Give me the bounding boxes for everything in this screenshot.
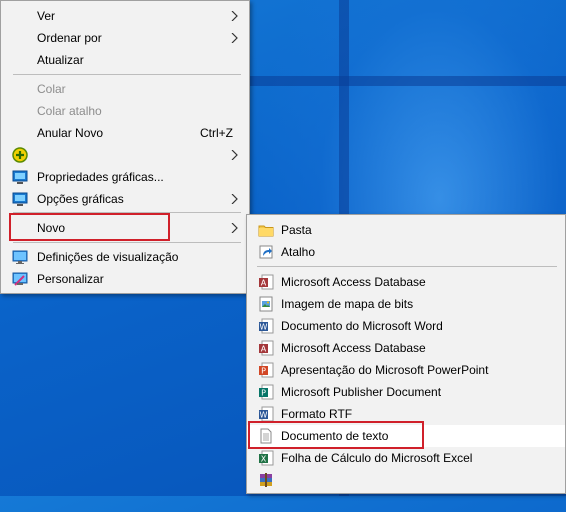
- menu-item-label: Opções gráficas: [37, 192, 124, 206]
- menu-item-graphics[interactable]: [1, 144, 249, 166]
- highlight-text-document-box: [248, 421, 424, 449]
- menu-separator: [257, 266, 557, 267]
- access-icon: A: [258, 340, 274, 356]
- display-icon: [12, 249, 28, 265]
- graphics-properties-icon: [12, 169, 28, 185]
- menu-item-label: Ordenar por: [37, 31, 102, 45]
- menu-item-colar-atalho[interactable]: Colar atalho: [1, 100, 249, 122]
- submenu-item-winrar[interactable]: [247, 469, 565, 491]
- menu-item-definicoes-visualizacao[interactable]: Definições de visualização: [1, 246, 249, 268]
- menu-item-label: Colar: [37, 82, 66, 96]
- menu-item-ordenar-por[interactable]: Ordenar por: [1, 27, 249, 49]
- menu-item-colar[interactable]: Colar: [1, 78, 249, 100]
- excel-icon: X: [258, 450, 274, 466]
- desktop-context-menu: Ver Ordenar por Atualizar Colar Colar at…: [0, 0, 250, 294]
- submenu-item-pasta[interactable]: Pasta: [247, 219, 565, 241]
- menu-item-label: Definições de visualização: [37, 250, 179, 264]
- svg-text:W: W: [260, 411, 268, 420]
- submenu-item-label: Pasta: [281, 223, 312, 237]
- publisher-icon: P: [258, 384, 274, 400]
- chevron-right-icon: [231, 217, 239, 239]
- menu-item-label: Ver: [37, 9, 56, 23]
- personalize-icon: [12, 271, 28, 287]
- menu-item-ver[interactable]: Ver: [1, 5, 249, 27]
- submenu-item-label: Imagem de mapa de bits: [281, 297, 414, 311]
- submenu-item-access-database[interactable]: A Microsoft Access Database: [247, 271, 565, 293]
- svg-text:A: A: [261, 279, 267, 288]
- chevron-right-icon: [231, 5, 239, 27]
- submenu-item-label: Microsoft Access Database: [281, 275, 426, 289]
- word-icon: W: [258, 318, 274, 334]
- menu-item-label: Personalizar: [37, 272, 104, 286]
- highlight-novo-box: [9, 213, 170, 241]
- powerpoint-icon: P: [258, 362, 274, 378]
- svg-text:X: X: [261, 455, 267, 464]
- submenu-item-label: Microsoft Access Database: [281, 341, 426, 355]
- submenu-item-powerpoint[interactable]: P Apresentação do Microsoft PowerPoint: [247, 359, 565, 381]
- submenu-item-label: Atalho: [281, 245, 316, 259]
- menu-item-shortcut: Ctrl+Z: [200, 126, 233, 140]
- submenu-item-publisher[interactable]: P Microsoft Publisher Document: [247, 381, 565, 403]
- svg-text:P: P: [261, 367, 266, 376]
- windows-logo-divider-horizontal: [250, 76, 566, 86]
- folder-icon: [258, 222, 274, 238]
- menu-item-atualizar[interactable]: Atualizar: [1, 49, 249, 71]
- svg-text:A: A: [261, 345, 267, 354]
- winrar-icon: [258, 472, 274, 488]
- chevron-right-icon: [231, 27, 239, 49]
- menu-item-label: Atualizar: [37, 53, 84, 67]
- rtf-icon: W: [258, 406, 274, 422]
- submenu-item-atalho[interactable]: Atalho: [247, 241, 565, 263]
- submenu-item-label: Microsoft Publisher Document: [281, 385, 442, 399]
- menu-item-label: Anular Novo: [37, 126, 104, 140]
- svg-text:P: P: [261, 389, 266, 398]
- svg-text:W: W: [260, 323, 268, 332]
- menu-separator: [13, 242, 241, 243]
- shortcut-icon: [258, 244, 274, 260]
- chevron-right-icon: [231, 188, 239, 210]
- menu-item-label: Colar atalho: [37, 104, 102, 118]
- chevron-right-icon: [231, 144, 239, 166]
- new-submenu: Pasta Atalho A Microsoft Access Database…: [246, 214, 566, 494]
- submenu-item-access-database-2[interactable]: A Microsoft Access Database: [247, 337, 565, 359]
- submenu-item-bitmap[interactable]: Imagem de mapa de bits: [247, 293, 565, 315]
- menu-item-anular-novo[interactable]: Anular Novo Ctrl+Z: [1, 122, 249, 144]
- submenu-item-excel[interactable]: X Folha de Cálculo do Microsoft Excel: [247, 447, 565, 469]
- submenu-item-label: Folha de Cálculo do Microsoft Excel: [281, 451, 473, 465]
- menu-item-label: Propriedades gráficas...: [37, 170, 164, 184]
- bitmap-icon: [258, 296, 274, 312]
- menu-separator: [13, 74, 241, 75]
- graphics-options-icon: [12, 191, 28, 207]
- submenu-item-label: Apresentação do Microsoft PowerPoint: [281, 363, 489, 377]
- submenu-item-word-document[interactable]: W Documento do Microsoft Word: [247, 315, 565, 337]
- menu-item-propriedades-graficas[interactable]: Propriedades gráficas...: [1, 166, 249, 188]
- graphics-plus-icon: [12, 147, 28, 163]
- menu-item-personalizar[interactable]: Personalizar: [1, 268, 249, 290]
- menu-item-opcoes-graficas[interactable]: Opções gráficas: [1, 188, 249, 210]
- access-icon: A: [258, 274, 274, 290]
- submenu-item-label: Documento do Microsoft Word: [281, 319, 443, 333]
